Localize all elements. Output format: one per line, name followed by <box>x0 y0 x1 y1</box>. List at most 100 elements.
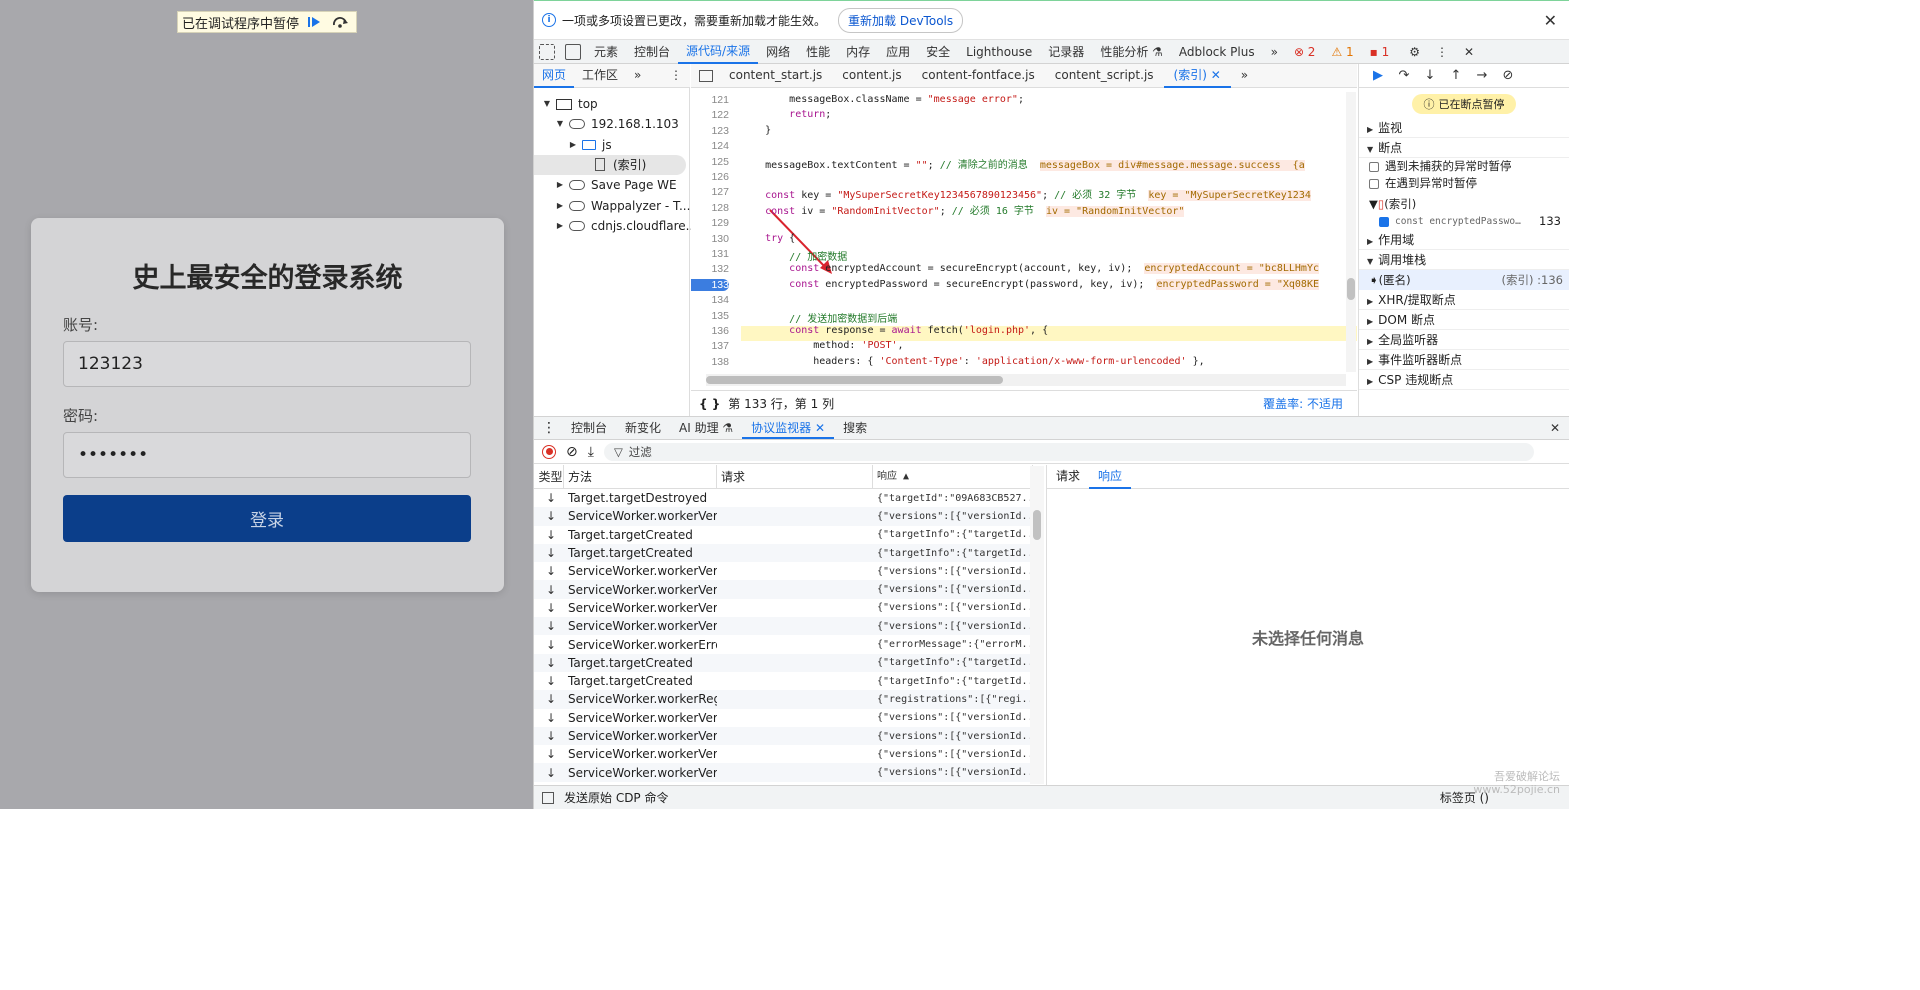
vertical-scrollbar[interactable] <box>1346 92 1356 372</box>
line-number[interactable]: 137 <box>691 340 729 352</box>
login-button[interactable]: 登录 <box>63 495 471 542</box>
error-badge[interactable]: ⊗ 2 <box>1286 45 1324 59</box>
expand-arrow-icon[interactable]: ▶ <box>568 135 578 155</box>
password-input[interactable]: ••••••• <box>63 432 471 478</box>
code-editor[interactable]: 121 messageBox.className = "message erro… <box>691 88 1357 374</box>
more-options-icon[interactable]: ⋮ <box>1428 45 1456 59</box>
line-number[interactable]: 128 <box>691 202 729 214</box>
filter-input[interactable]: ▽ 过滤 <box>603 442 1534 461</box>
sidebar-section-c2[interactable]: ▶ 全局监听器 <box>1359 330 1569 350</box>
expand-arrow-icon[interactable]: ▼ <box>555 114 565 134</box>
table-row[interactable]: ↓ ServiceWorker.workerVers... {"versions":… <box>534 709 1044 727</box>
tree-item[interactable]: ▶ Wappalyzer - T... <box>555 196 690 216</box>
table-row[interactable]: ↓ Target.targetCreated {"targetInfo":{"tar… <box>534 653 1044 672</box>
main-tab-7[interactable]: 安全 <box>918 43 958 60</box>
toggle-navigator-icon[interactable] <box>699 69 713 82</box>
table-row[interactable]: ↓ ServiceWorker.workerVers... {"versions":… <box>534 726 1044 746</box>
file-tab-4[interactable]: (索引) ✕ <box>1163 64 1231 88</box>
drawer-tab-1[interactable]: 新变化 <box>616 417 670 439</box>
pretty-print-icon[interactable]: { } <box>699 397 720 411</box>
warning-badge[interactable]: ⚠ 1 <box>1323 45 1361 59</box>
sidebar-section-c1[interactable]: ▶ DOM 断点 <box>1359 310 1569 330</box>
main-tab-2[interactable]: 源代码/来源 <box>678 40 759 64</box>
issues-badge[interactable]: ▪ 1 <box>1362 45 1398 59</box>
line-number[interactable]: 121 <box>691 94 729 106</box>
inspect-element-icon[interactable] <box>539 43 555 60</box>
step-over-icon[interactable]: ↷ <box>1395 68 1413 83</box>
breakpoint-entry[interactable]: const encryptedPasswo… 133 <box>1359 213 1569 230</box>
account-input[interactable]: 123123 <box>63 341 471 387</box>
file-tab-2[interactable]: content-fontface.js <box>912 64 1045 88</box>
device-toolbar-icon[interactable] <box>565 43 581 60</box>
tree-item[interactable]: ▶ cdnjs.cloudflare... <box>555 216 697 236</box>
main-tab-10[interactable]: 性能分析 ⚗ <box>1092 43 1171 60</box>
breakpoint-checkbox[interactable] <box>1379 216 1389 227</box>
checkbox[interactable] <box>1369 178 1379 189</box>
detail-tab-0[interactable]: 请求 <box>1047 465 1089 489</box>
line-number[interactable]: 131 <box>691 248 729 260</box>
table-row[interactable]: ↓ Target.targetCreated {"targetInfo":{"tar… <box>534 526 1044 544</box>
main-tab-4[interactable]: 性能 <box>798 43 838 60</box>
close-tab-icon[interactable]: ✕ <box>811 421 825 435</box>
close-drawer-icon[interactable]: ✕ <box>1541 417 1569 439</box>
column-header[interactable]: 响应 ▲ <box>873 464 1033 489</box>
clear-icon[interactable]: ⊘ <box>566 444 578 460</box>
main-tab-8[interactable]: Lighthouse <box>958 45 1040 59</box>
column-header[interactable]: 请求 <box>717 464 873 489</box>
step-icon[interactable]: → <box>1473 68 1491 83</box>
expand-arrow-icon[interactable]: ▶ <box>555 196 565 216</box>
line-number[interactable]: 125 <box>691 156 729 168</box>
step-over-button[interactable] <box>329 13 351 31</box>
drawer-tab-3[interactable]: 协议监视器 ✕ <box>742 417 835 439</box>
call-stack-frame[interactable]: ➧ (匿名) (索引) :136 <box>1359 270 1569 290</box>
sidebar-section-a0[interactable]: ▶ 监视 <box>1359 118 1569 138</box>
main-tab-0[interactable]: 元素 <box>586 43 626 60</box>
cdp-command-input[interactable]: 发送原始 CDP 命令 <box>564 789 669 806</box>
more-tabs-icon[interactable]: » <box>1263 45 1286 59</box>
expand-arrow-icon[interactable]: ▼ <box>542 94 552 114</box>
table-row[interactable]: ↓ ServiceWorker.workerVers... {"versions":… <box>534 763 1044 782</box>
line-number[interactable]: 132 <box>691 263 729 275</box>
close-devtools-icon[interactable]: ✕ <box>1456 45 1482 59</box>
table-scrollbar[interactable] <box>1030 466 1044 784</box>
line-number[interactable]: 136 <box>691 325 729 337</box>
file-tab-1[interactable]: content.js <box>832 64 911 88</box>
main-tab-1[interactable]: 控制台 <box>626 43 678 60</box>
sidebar-section-a1[interactable]: ▼ 断点 <box>1359 138 1569 158</box>
line-number[interactable]: 123 <box>691 125 729 137</box>
line-number[interactable]: 129 <box>691 217 729 229</box>
reload-devtools-button[interactable]: 重新加载 DevTools <box>838 7 964 33</box>
line-number[interactable]: 134 <box>691 294 729 306</box>
table-row[interactable]: ↓ ServiceWorker.workerVers... {"versions":… <box>534 617 1044 636</box>
navigator-more-icon[interactable]: » <box>626 64 649 88</box>
tree-item[interactable]: ▶ Save Page WE <box>555 175 677 195</box>
file-tabs-more-icon[interactable]: » <box>1231 64 1258 88</box>
detail-tab-1[interactable]: 响应 <box>1089 465 1132 489</box>
table-row[interactable]: ↓ ServiceWorker.workerVers... {"versions":… <box>534 562 1044 580</box>
main-tab-9[interactable]: 记录器 <box>1040 43 1092 60</box>
toggle-sidebar-icon[interactable] <box>542 791 554 804</box>
coverage-status[interactable]: 覆盖率: 不适用 <box>1263 395 1343 412</box>
table-row[interactable]: ↓ Target.targetCreated {"targetInfo":{"tar… <box>534 672 1044 690</box>
line-number[interactable]: 135 <box>691 310 729 322</box>
download-icon[interactable]: ⤓ <box>588 444 594 460</box>
main-tab-6[interactable]: 应用 <box>878 43 918 60</box>
settings-gear-icon[interactable]: ⚙ <box>1401 45 1428 59</box>
line-number[interactable]: 126 <box>691 171 729 183</box>
file-tab-3[interactable]: content_script.js <box>1045 64 1164 88</box>
tree-item[interactable]: ▼ top <box>542 94 598 114</box>
navigator-tab-1[interactable]: 工作区 <box>574 64 626 88</box>
line-number[interactable]: 130 <box>691 233 729 245</box>
table-row[interactable]: ↓ Target.targetCreated {"targetInfo":{"tar… <box>534 543 1044 563</box>
navigator-tab-0[interactable]: 网页 <box>534 64 575 88</box>
table-row[interactable]: ↓ ServiceWorker.workerVers... {"versions":… <box>534 507 1044 526</box>
drawer-menu-icon[interactable]: ⋮ <box>542 420 556 436</box>
expand-arrow-icon[interactable]: ▶ <box>555 175 565 195</box>
table-row[interactable]: ↓ ServiceWorker.workerVers... {"versions":… <box>534 580 1044 599</box>
table-row[interactable]: ↓ ServiceWorker.workerVers... {"versions":… <box>534 745 1044 763</box>
main-tab-3[interactable]: 网络 <box>758 43 798 60</box>
record-icon[interactable] <box>542 444 556 459</box>
resume-button[interactable] <box>303 13 325 31</box>
step-into-icon[interactable]: ↓ <box>1421 68 1439 83</box>
column-header[interactable]: 方法 <box>564 464 717 489</box>
